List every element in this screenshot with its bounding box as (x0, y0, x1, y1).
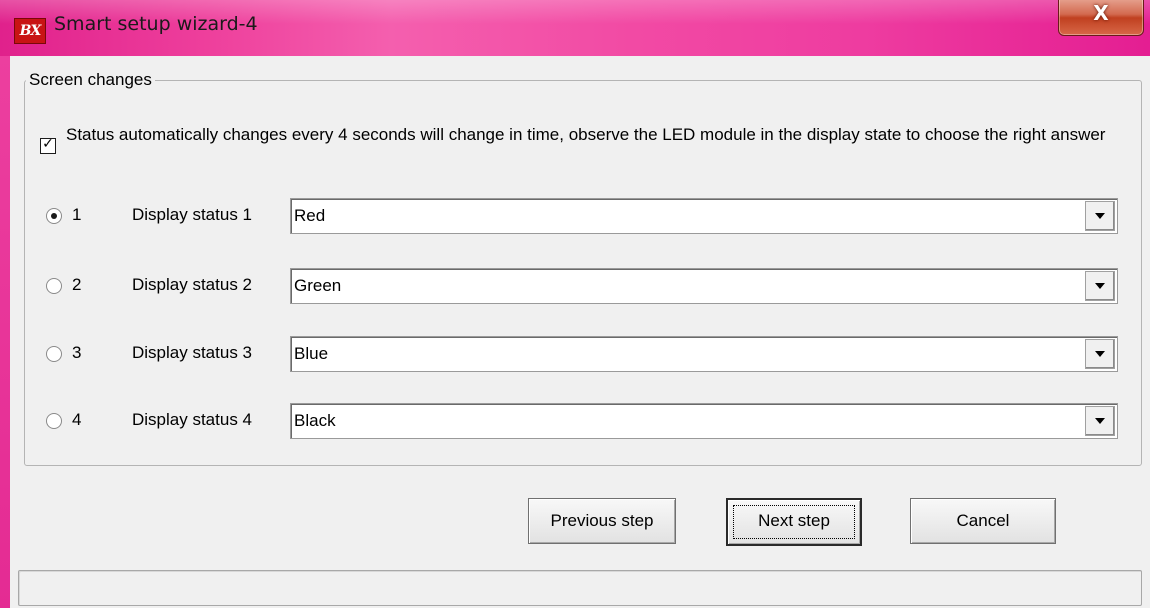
status-label: Display status 4 (132, 410, 252, 429)
window-title: Smart setup wizard-4 (54, 13, 258, 35)
status-radio-2[interactable] (46, 278, 62, 294)
status-radio-number: 4 (72, 410, 82, 429)
title-bar: BX Smart setup wizard-4 X (0, 0, 1150, 56)
status-label: Display status 1 (132, 205, 252, 224)
status-label: Display status 2 (132, 275, 252, 294)
auto-change-checkbox[interactable]: ✓ (40, 136, 56, 154)
auto-change-label: Status automatically changes every 4 sec… (66, 125, 1106, 144)
dialog-client-area: Screen changes ✓ Status automatically ch… (10, 56, 1150, 608)
focus-rectangle (733, 505, 855, 539)
status-2-select-value: Green (294, 276, 342, 295)
status-1-select[interactable]: Red (290, 198, 1118, 234)
window-frame-left (0, 56, 10, 608)
close-icon: X (1093, 1, 1109, 25)
status-radio-1[interactable] (46, 208, 62, 224)
status-radio-4[interactable] (46, 413, 62, 429)
next-step-button[interactable]: Next step (726, 498, 862, 546)
group-label: Screen changes (26, 70, 155, 90)
status-label: Display status 3 (132, 343, 252, 362)
status-4-select[interactable]: Black (290, 403, 1118, 439)
chevron-down-icon[interactable] (1085, 201, 1115, 231)
checkmark-icon: ✓ (42, 136, 54, 152)
status-radio-number: 3 (72, 343, 82, 362)
chevron-down-icon[interactable] (1085, 271, 1115, 301)
status-2-select[interactable]: Green (290, 268, 1118, 304)
status-4-select-value: Black (294, 411, 336, 430)
app-logo-icon: BX (14, 18, 46, 44)
status-radio-number: 2 (72, 275, 82, 294)
status-3-select[interactable]: Blue (290, 336, 1118, 372)
status-radio-3[interactable] (46, 346, 62, 362)
close-button[interactable]: X (1058, 0, 1144, 36)
status-1-select-value: Red (294, 206, 326, 225)
cancel-button[interactable]: Cancel (910, 498, 1056, 544)
previous-step-button[interactable]: Previous step (528, 498, 676, 544)
status-3-select-value: Blue (294, 344, 329, 363)
chevron-down-icon[interactable] (1085, 406, 1115, 436)
status-bar (18, 570, 1142, 606)
chevron-down-icon[interactable] (1085, 339, 1115, 369)
status-radio-number: 1 (72, 205, 82, 224)
